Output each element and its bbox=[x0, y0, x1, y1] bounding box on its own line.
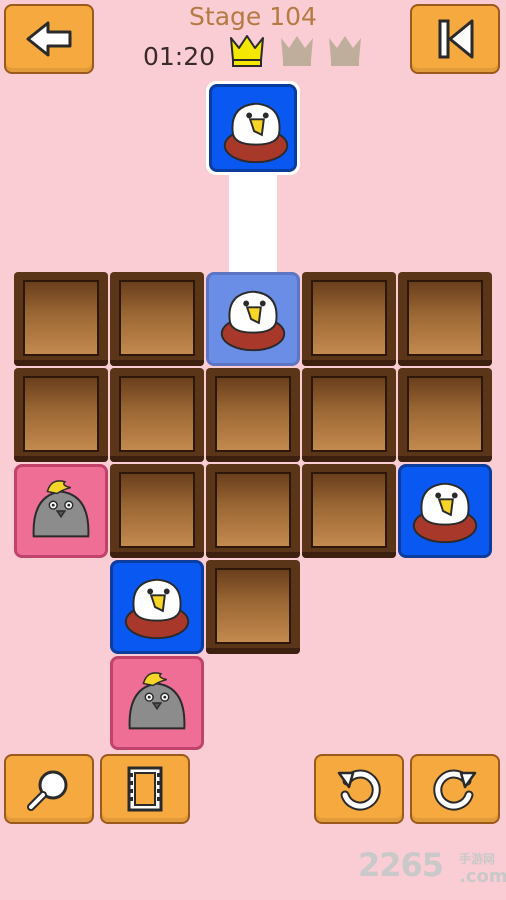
wood-tile bbox=[398, 368, 492, 462]
timer: 01:20 bbox=[143, 42, 216, 71]
watermark-domain: .com bbox=[459, 866, 506, 887]
undo-icon bbox=[337, 769, 381, 811]
restart-button[interactable] bbox=[410, 4, 500, 74]
eagle-piece-active[interactable] bbox=[209, 84, 297, 172]
skip-to-start-icon bbox=[438, 19, 474, 59]
pigeon-icon bbox=[32, 480, 90, 538]
crown-gray-icon bbox=[281, 36, 313, 66]
wood-tile bbox=[206, 464, 300, 558]
wood-tile bbox=[398, 272, 492, 366]
eagle-icon bbox=[220, 290, 286, 352]
wood-tile bbox=[110, 464, 204, 558]
crown-gold-icon bbox=[230, 35, 264, 67]
hint-button[interactable] bbox=[4, 754, 94, 824]
eagle-icon bbox=[223, 102, 289, 164]
crown-gray-icon bbox=[329, 36, 361, 66]
magnifier-icon bbox=[27, 770, 68, 811]
wood-tile bbox=[14, 368, 108, 462]
wood-tile bbox=[14, 272, 108, 366]
eagle-icon bbox=[124, 578, 190, 640]
eagle-target-tile[interactable] bbox=[206, 272, 300, 366]
eagle-icon bbox=[412, 482, 478, 544]
wood-tile bbox=[206, 368, 300, 462]
pigeon-icon bbox=[128, 672, 186, 730]
wood-tile bbox=[302, 464, 396, 558]
wood-tile bbox=[110, 272, 204, 366]
wood-tile bbox=[110, 368, 204, 462]
undo-button[interactable] bbox=[314, 754, 404, 824]
wood-tile bbox=[302, 368, 396, 462]
film-strip-icon bbox=[127, 766, 163, 812]
eagle-piece[interactable] bbox=[110, 560, 204, 654]
path-lane bbox=[229, 170, 277, 280]
redo-icon bbox=[433, 769, 477, 811]
replay-button[interactable] bbox=[100, 754, 190, 824]
watermark-cn: 手游网 bbox=[459, 852, 496, 866]
pigeon-piece[interactable] bbox=[14, 464, 108, 558]
wood-tile bbox=[206, 560, 300, 654]
redo-button[interactable] bbox=[410, 754, 500, 824]
watermark-number: 2265 bbox=[358, 846, 444, 884]
eagle-piece[interactable] bbox=[398, 464, 492, 558]
wood-tile bbox=[302, 272, 396, 366]
pigeon-piece[interactable] bbox=[110, 656, 204, 750]
